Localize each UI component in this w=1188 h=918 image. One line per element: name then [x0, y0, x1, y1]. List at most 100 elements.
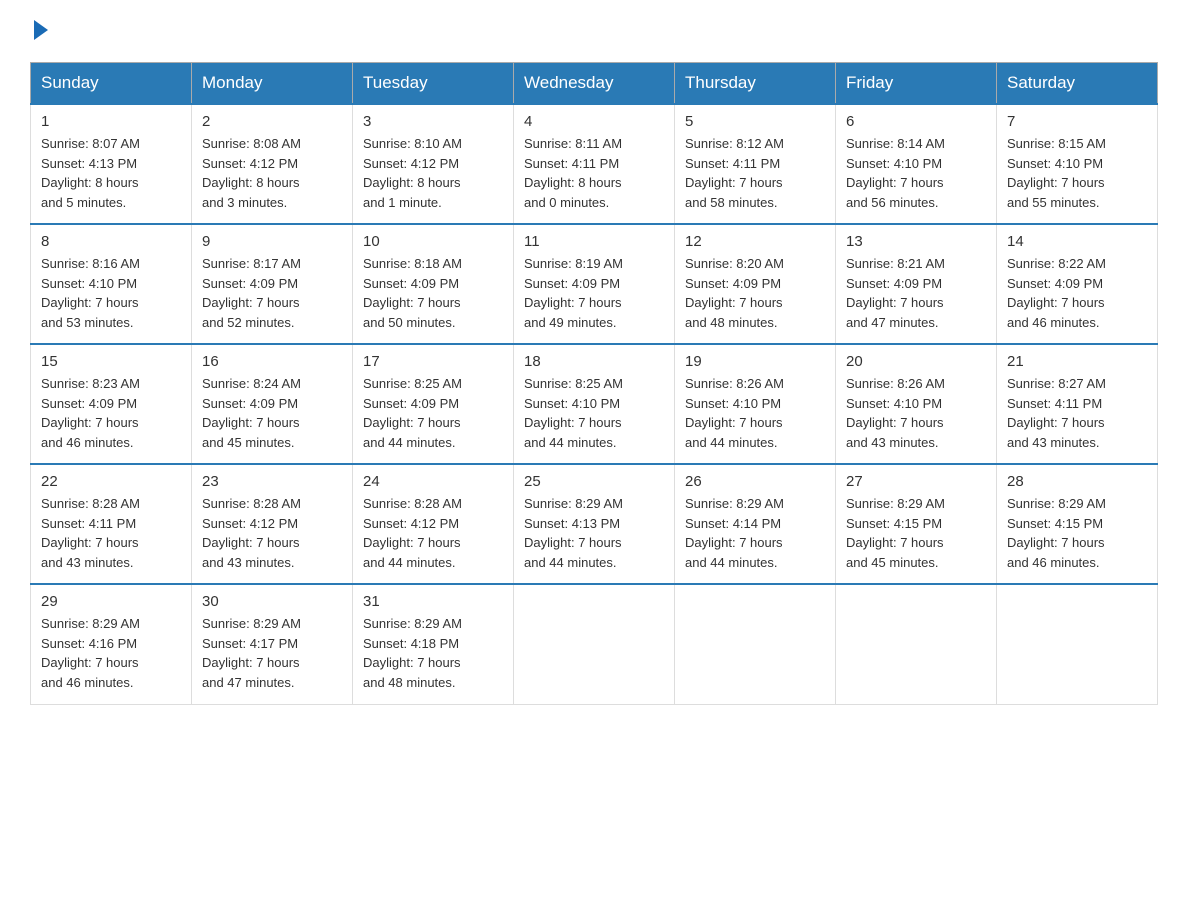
- day-number: 5: [685, 113, 825, 130]
- day-info: Sunrise: 8:15 AMSunset: 4:10 PMDaylight:…: [1007, 134, 1147, 212]
- calendar-cell: 26 Sunrise: 8:29 AMSunset: 4:14 PMDaylig…: [675, 464, 836, 584]
- day-info: Sunrise: 8:29 AMSunset: 4:15 PMDaylight:…: [1007, 494, 1147, 572]
- day-number: 6: [846, 113, 986, 130]
- day-info: Sunrise: 8:16 AMSunset: 4:10 PMDaylight:…: [41, 254, 181, 332]
- day-number: 19: [685, 353, 825, 370]
- day-info: Sunrise: 8:19 AMSunset: 4:09 PMDaylight:…: [524, 254, 664, 332]
- calendar-cell: 11 Sunrise: 8:19 AMSunset: 4:09 PMDaylig…: [514, 224, 675, 344]
- day-info: Sunrise: 8:22 AMSunset: 4:09 PMDaylight:…: [1007, 254, 1147, 332]
- day-info: Sunrise: 8:29 AMSunset: 4:15 PMDaylight:…: [846, 494, 986, 572]
- day-number: 31: [363, 593, 503, 610]
- header-thursday: Thursday: [675, 63, 836, 105]
- day-number: 23: [202, 473, 342, 490]
- calendar-cell: 18 Sunrise: 8:25 AMSunset: 4:10 PMDaylig…: [514, 344, 675, 464]
- logo: [30, 20, 48, 42]
- calendar-cell: 8 Sunrise: 8:16 AMSunset: 4:10 PMDayligh…: [31, 224, 192, 344]
- header-friday: Friday: [836, 63, 997, 105]
- day-number: 11: [524, 233, 664, 250]
- calendar-table: SundayMondayTuesdayWednesdayThursdayFrid…: [30, 62, 1158, 705]
- day-info: Sunrise: 8:07 AMSunset: 4:13 PMDaylight:…: [41, 134, 181, 212]
- day-number: 12: [685, 233, 825, 250]
- calendar-cell: [675, 584, 836, 704]
- day-number: 30: [202, 593, 342, 610]
- header-sunday: Sunday: [31, 63, 192, 105]
- day-info: Sunrise: 8:28 AMSunset: 4:12 PMDaylight:…: [202, 494, 342, 572]
- day-number: 1: [41, 113, 181, 130]
- day-info: Sunrise: 8:25 AMSunset: 4:09 PMDaylight:…: [363, 374, 503, 452]
- day-number: 20: [846, 353, 986, 370]
- week-row-4: 22 Sunrise: 8:28 AMSunset: 4:11 PMDaylig…: [31, 464, 1158, 584]
- day-number: 26: [685, 473, 825, 490]
- calendar-cell: 3 Sunrise: 8:10 AMSunset: 4:12 PMDayligh…: [353, 104, 514, 224]
- calendar-cell: 2 Sunrise: 8:08 AMSunset: 4:12 PMDayligh…: [192, 104, 353, 224]
- calendar-cell: 16 Sunrise: 8:24 AMSunset: 4:09 PMDaylig…: [192, 344, 353, 464]
- day-info: Sunrise: 8:29 AMSunset: 4:16 PMDaylight:…: [41, 614, 181, 692]
- day-info: Sunrise: 8:29 AMSunset: 4:13 PMDaylight:…: [524, 494, 664, 572]
- calendar-cell: 22 Sunrise: 8:28 AMSunset: 4:11 PMDaylig…: [31, 464, 192, 584]
- day-info: Sunrise: 8:25 AMSunset: 4:10 PMDaylight:…: [524, 374, 664, 452]
- calendar-cell: 30 Sunrise: 8:29 AMSunset: 4:17 PMDaylig…: [192, 584, 353, 704]
- day-number: 21: [1007, 353, 1147, 370]
- calendar-cell: 10 Sunrise: 8:18 AMSunset: 4:09 PMDaylig…: [353, 224, 514, 344]
- day-info: Sunrise: 8:11 AMSunset: 4:11 PMDaylight:…: [524, 134, 664, 212]
- day-info: Sunrise: 8:08 AMSunset: 4:12 PMDaylight:…: [202, 134, 342, 212]
- day-number: 4: [524, 113, 664, 130]
- header-monday: Monday: [192, 63, 353, 105]
- day-number: 22: [41, 473, 181, 490]
- day-number: 27: [846, 473, 986, 490]
- day-info: Sunrise: 8:29 AMSunset: 4:18 PMDaylight:…: [363, 614, 503, 692]
- calendar-cell: 25 Sunrise: 8:29 AMSunset: 4:13 PMDaylig…: [514, 464, 675, 584]
- day-info: Sunrise: 8:28 AMSunset: 4:12 PMDaylight:…: [363, 494, 503, 572]
- day-info: Sunrise: 8:26 AMSunset: 4:10 PMDaylight:…: [685, 374, 825, 452]
- day-number: 15: [41, 353, 181, 370]
- page-header: [30, 20, 1158, 42]
- day-info: Sunrise: 8:14 AMSunset: 4:10 PMDaylight:…: [846, 134, 986, 212]
- calendar-cell: 14 Sunrise: 8:22 AMSunset: 4:09 PMDaylig…: [997, 224, 1158, 344]
- calendar-cell: 20 Sunrise: 8:26 AMSunset: 4:10 PMDaylig…: [836, 344, 997, 464]
- day-info: Sunrise: 8:26 AMSunset: 4:10 PMDaylight:…: [846, 374, 986, 452]
- day-number: 13: [846, 233, 986, 250]
- week-row-3: 15 Sunrise: 8:23 AMSunset: 4:09 PMDaylig…: [31, 344, 1158, 464]
- week-row-1: 1 Sunrise: 8:07 AMSunset: 4:13 PMDayligh…: [31, 104, 1158, 224]
- day-number: 28: [1007, 473, 1147, 490]
- calendar-cell: 7 Sunrise: 8:15 AMSunset: 4:10 PMDayligh…: [997, 104, 1158, 224]
- day-number: 17: [363, 353, 503, 370]
- day-number: 8: [41, 233, 181, 250]
- day-info: Sunrise: 8:28 AMSunset: 4:11 PMDaylight:…: [41, 494, 181, 572]
- calendar-cell: 28 Sunrise: 8:29 AMSunset: 4:15 PMDaylig…: [997, 464, 1158, 584]
- calendar-cell: 12 Sunrise: 8:20 AMSunset: 4:09 PMDaylig…: [675, 224, 836, 344]
- day-info: Sunrise: 8:21 AMSunset: 4:09 PMDaylight:…: [846, 254, 986, 332]
- day-info: Sunrise: 8:12 AMSunset: 4:11 PMDaylight:…: [685, 134, 825, 212]
- day-number: 25: [524, 473, 664, 490]
- calendar-cell: [997, 584, 1158, 704]
- day-number: 9: [202, 233, 342, 250]
- week-row-5: 29 Sunrise: 8:29 AMSunset: 4:16 PMDaylig…: [31, 584, 1158, 704]
- calendar-cell: 17 Sunrise: 8:25 AMSunset: 4:09 PMDaylig…: [353, 344, 514, 464]
- day-info: Sunrise: 8:29 AMSunset: 4:14 PMDaylight:…: [685, 494, 825, 572]
- day-info: Sunrise: 8:29 AMSunset: 4:17 PMDaylight:…: [202, 614, 342, 692]
- calendar-cell: 29 Sunrise: 8:29 AMSunset: 4:16 PMDaylig…: [31, 584, 192, 704]
- day-number: 7: [1007, 113, 1147, 130]
- calendar-cell: 23 Sunrise: 8:28 AMSunset: 4:12 PMDaylig…: [192, 464, 353, 584]
- calendar-cell: 9 Sunrise: 8:17 AMSunset: 4:09 PMDayligh…: [192, 224, 353, 344]
- header-wednesday: Wednesday: [514, 63, 675, 105]
- calendar-cell: 13 Sunrise: 8:21 AMSunset: 4:09 PMDaylig…: [836, 224, 997, 344]
- day-info: Sunrise: 8:24 AMSunset: 4:09 PMDaylight:…: [202, 374, 342, 452]
- logo-chevron-icon: [34, 20, 48, 40]
- calendar-cell: 4 Sunrise: 8:11 AMSunset: 4:11 PMDayligh…: [514, 104, 675, 224]
- calendar-cell: 1 Sunrise: 8:07 AMSunset: 4:13 PMDayligh…: [31, 104, 192, 224]
- day-number: 16: [202, 353, 342, 370]
- day-number: 3: [363, 113, 503, 130]
- day-info: Sunrise: 8:18 AMSunset: 4:09 PMDaylight:…: [363, 254, 503, 332]
- day-info: Sunrise: 8:23 AMSunset: 4:09 PMDaylight:…: [41, 374, 181, 452]
- day-info: Sunrise: 8:17 AMSunset: 4:09 PMDaylight:…: [202, 254, 342, 332]
- calendar-cell: 19 Sunrise: 8:26 AMSunset: 4:10 PMDaylig…: [675, 344, 836, 464]
- week-row-2: 8 Sunrise: 8:16 AMSunset: 4:10 PMDayligh…: [31, 224, 1158, 344]
- calendar-cell: [514, 584, 675, 704]
- calendar-cell: 5 Sunrise: 8:12 AMSunset: 4:11 PMDayligh…: [675, 104, 836, 224]
- day-number: 29: [41, 593, 181, 610]
- header-row: SundayMondayTuesdayWednesdayThursdayFrid…: [31, 63, 1158, 105]
- day-number: 14: [1007, 233, 1147, 250]
- calendar-cell: 27 Sunrise: 8:29 AMSunset: 4:15 PMDaylig…: [836, 464, 997, 584]
- calendar-cell: 24 Sunrise: 8:28 AMSunset: 4:12 PMDaylig…: [353, 464, 514, 584]
